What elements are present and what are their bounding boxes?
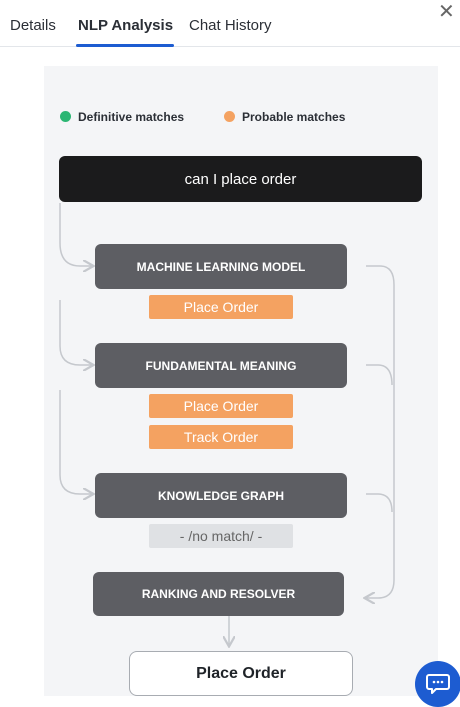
orange-dot-icon [224,111,235,122]
close-icon[interactable]: ✕ [438,2,455,22]
engine-knowledge-graph: KNOWLEDGE GRAPH [95,473,347,518]
match-chip: Track Order [149,425,293,449]
tab-nlp-analysis[interactable]: NLP Analysis [78,17,173,34]
match-chip: Place Order [149,394,293,418]
engine-machine-learning-model: MACHINE LEARNING MODEL [95,244,347,289]
match-chip: Place Order [149,295,293,319]
ranking-and-resolver: RANKING AND RESOLVER [93,572,344,616]
tab-bar: Details NLP Analysis Chat History [0,0,460,47]
engine-fundamental-meaning: FUNDAMENTAL MEANING [95,343,347,388]
tab-details[interactable]: Details [10,17,56,34]
final-intent-result: Place Order [129,651,353,696]
green-dot-icon [60,111,71,122]
active-tab-indicator [76,44,174,47]
chat-icon [426,674,450,694]
chat-button[interactable] [415,661,460,707]
query-box: can I place order [59,156,422,202]
tab-chat-history[interactable]: Chat History [189,17,272,34]
no-match-chip: - /no match/ - [149,524,293,548]
